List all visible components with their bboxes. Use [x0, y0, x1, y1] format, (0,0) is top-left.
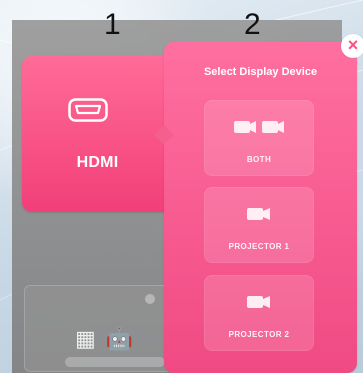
display-option-both[interactable]: BOTH	[204, 100, 314, 176]
background-card-label	[65, 357, 165, 367]
display-device-panel: Select Display Device BOTH PROJECTOR 1 P…	[154, 42, 357, 373]
display-option-projector-2-label: PROJECTOR 2	[228, 330, 290, 339]
background-card-icons: ▦ 🤖	[75, 326, 133, 352]
display-option-projector-1[interactable]: PROJECTOR 1	[204, 187, 314, 263]
camera-icon	[247, 296, 270, 308]
hdmi-source-label: HDMI	[76, 154, 119, 171]
display-option-both-label: BOTH	[246, 155, 272, 164]
android-icon: 🤖	[105, 326, 134, 351]
panel-title: Select Display Device	[203, 66, 318, 78]
hdmi-port-icon	[68, 98, 108, 122]
display-option-projector-2[interactable]: PROJECTOR 2	[204, 275, 314, 351]
windows-icon: ▦	[75, 326, 96, 351]
close-icon: ×	[347, 35, 359, 55]
step-label-1: 1	[104, 8, 121, 41]
camera-icon	[247, 208, 270, 220]
display-option-projector-1-label: PROJECTOR 1	[228, 242, 290, 251]
step-label-2: 2	[244, 8, 261, 41]
close-button[interactable]: ×	[341, 34, 363, 58]
hdmi-source-card[interactable]: HDMI	[22, 56, 173, 212]
background-source-card: ▦ 🤖	[24, 285, 176, 372]
background-card-status-dot	[145, 294, 155, 304]
double-camera-icon	[234, 121, 284, 133]
